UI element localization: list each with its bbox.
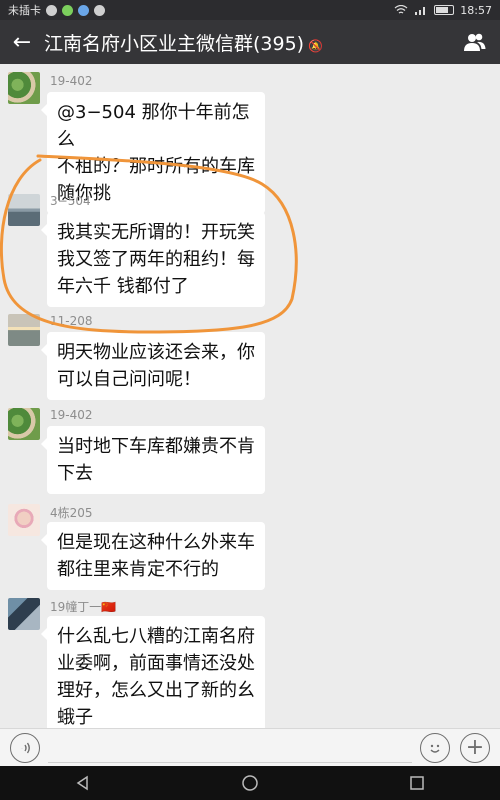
wechat-icon <box>62 4 73 16</box>
nav-home-button[interactable] <box>230 766 270 800</box>
message-input[interactable] <box>48 733 412 763</box>
app-icon <box>78 4 89 16</box>
chat-message: 11-208 明天物业应该还会来，你 可以自己问问呢！ <box>0 310 500 400</box>
sender-name: 19幢丁一🇨🇳 <box>50 600 117 614</box>
chat-message: 19幢丁一🇨🇳 什么乱七八糟的江南名府 业委啊，前面事情还没处 理好，怎么又出了… <box>0 594 500 728</box>
plus-icon: + <box>465 735 485 760</box>
avatar[interactable] <box>8 504 40 536</box>
message-bubble[interactable]: 什么乱七八糟的江南名府 业委啊，前面事情还没处 理好，怎么又出了新的幺 蛾子 <box>41 616 265 728</box>
status-bar: 未插卡 18:57 <box>0 0 500 20</box>
chat-messages[interactable]: 19-402 @3−504 那你十年前怎么 不租的？那时所有的车库 随你挑 3−… <box>0 64 500 728</box>
wifi-icon <box>394 5 408 14</box>
triangle-back-icon <box>76 775 89 791</box>
circle-home-icon <box>242 775 258 791</box>
chat-message: 3−504 我其实无所谓的！开玩笑 我又签了两年的租约！每 年六千 钱都付了 <box>0 190 500 307</box>
avatar[interactable] <box>8 194 40 226</box>
avatar[interactable] <box>8 314 40 346</box>
more-button[interactable]: + <box>460 732 490 763</box>
system-nav-bar <box>0 766 500 800</box>
chat-header: ← 江南名府小区业主微信群(395) 🔕 <box>0 20 500 64</box>
message-bubble[interactable]: 但是现在这种什么外来车 都往里来肯定不行的 <box>41 522 265 590</box>
avatar[interactable] <box>8 598 40 630</box>
message-bubble[interactable]: 明天物业应该还会来，你 可以自己问问呢！ <box>41 332 265 400</box>
sender-name: 19-402 <box>50 408 93 422</box>
group-name: 江南名府小区业主微信群(395) <box>44 32 305 55</box>
back-button[interactable]: ← <box>0 20 44 64</box>
message-bubble[interactable]: 我其实无所谓的！开玩笑 我又签了两年的租约！每 年六千 钱都付了 <box>41 212 265 307</box>
back-arrow-icon: ← <box>12 29 32 55</box>
chat-message: 19-402 @3−504 那你十年前怎么 不租的？那时所有的车库 随你挑 <box>0 68 500 214</box>
clock: 18:57 <box>460 3 492 17</box>
message-input-bar: + <box>0 728 500 766</box>
no-sim-icon <box>46 4 57 16</box>
group-icon <box>464 33 486 51</box>
avatar[interactable] <box>8 408 40 440</box>
group-members-button[interactable] <box>450 20 500 64</box>
signal-icon <box>415 7 426 15</box>
chat-message: 19-402 当时地下车库都嫌贵不肯 下去 <box>0 404 500 494</box>
mute-icon <box>94 4 105 16</box>
sender-name: 19-402 <box>50 74 93 88</box>
emoji-button[interactable] <box>420 732 450 763</box>
nav-recent-button[interactable] <box>397 766 437 800</box>
sender-name: 4栋205 <box>50 506 93 520</box>
voice-icon <box>21 742 30 753</box>
emoji-icon <box>430 744 440 753</box>
square-recent-icon <box>409 776 424 790</box>
muted-bell-icon: 🔕 <box>308 38 324 53</box>
sender-name: 11-208 <box>50 314 93 328</box>
battery-icon <box>434 5 455 15</box>
nav-back-button[interactable] <box>63 766 103 800</box>
voice-button[interactable] <box>10 732 40 763</box>
message-bubble[interactable]: 当时地下车库都嫌贵不肯 下去 <box>41 426 265 494</box>
sender-name: 3−504 <box>50 194 91 208</box>
avatar[interactable] <box>8 72 40 104</box>
carrier-label: 未插卡 <box>8 4 41 17</box>
chat-title: 江南名府小区业主微信群(395) 🔕 <box>44 29 450 56</box>
chat-message: 4栋205 但是现在这种什么外来车 都往里来肯定不行的 <box>0 500 500 590</box>
